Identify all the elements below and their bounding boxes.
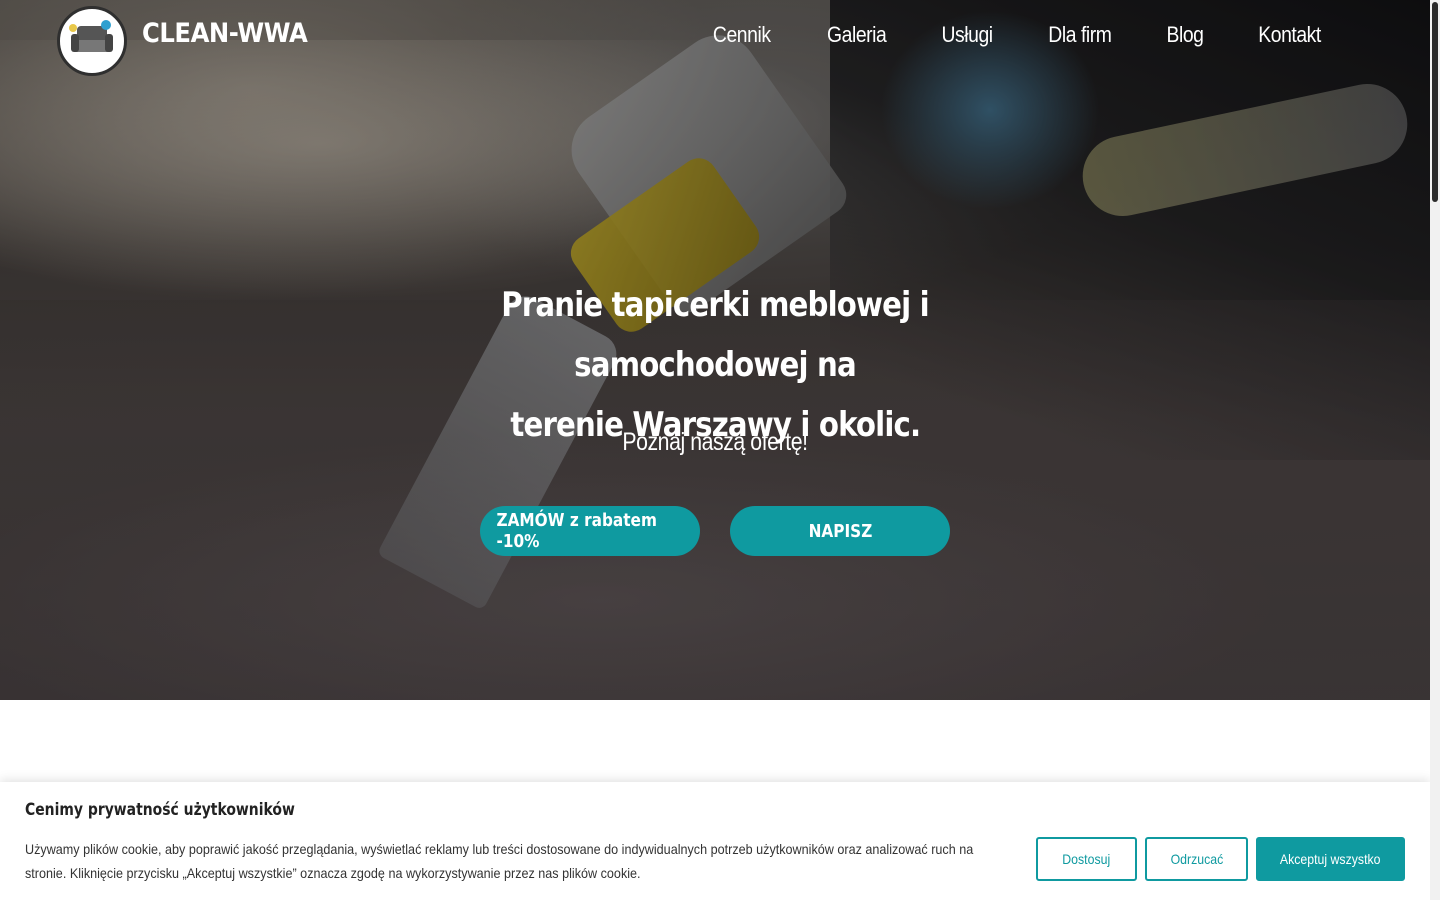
cookie-customize-button[interactable]: Dostosuj [1036, 837, 1137, 881]
cookie-accept-button[interactable]: Akceptuj wszystko [1256, 837, 1405, 881]
cookie-customize-label: Dostosuj [1062, 851, 1111, 867]
order-discount-button-label: ZAMÓW z rabatem -10% [496, 510, 657, 552]
hero-section: Pranie tapicerki meblowej i samochodowej… [0, 0, 1430, 700]
nav-item-cennik[interactable]: Cennik [713, 22, 771, 48]
cookie-banner: Cenimy prywatność użytkowników Używamy p… [0, 782, 1430, 900]
page-scrollbar[interactable] [1430, 0, 1440, 900]
site-header: CLEAN-WWA Cennik Galeria Usługi Dla firm… [0, 0, 1430, 80]
nav-item-kontakt[interactable]: Kontakt [1258, 22, 1321, 48]
hero-subtitle: Poznaj naszą ofertę! [500, 428, 930, 457]
logo[interactable] [57, 6, 127, 76]
main-nav: Cennik Galeria Usługi Dla firm Blog Kont… [661, 22, 1325, 48]
nav-item-galeria[interactable]: Galeria [827, 22, 887, 48]
cookie-title: Cenimy prywatność użytkowników [25, 800, 295, 820]
scrollbar-thumb[interactable] [1432, 2, 1438, 202]
cookie-accept-label: Akceptuj wszystko [1280, 851, 1381, 867]
nav-item-blog[interactable]: Blog [1166, 22, 1203, 48]
write-button[interactable]: NAPISZ [730, 506, 950, 556]
cookie-reject-label: Odrzucać [1170, 851, 1223, 867]
brand-name[interactable]: CLEAN-WWA [142, 18, 308, 49]
order-discount-button[interactable]: ZAMÓW z rabatem -10% [480, 506, 700, 556]
nav-item-uslugi[interactable]: Usługi [941, 22, 993, 48]
cookie-text: Używamy plików cookie, aby poprawić jako… [25, 841, 974, 881]
hero-subtitle-text: Poznaj naszą ofertę! [622, 428, 808, 456]
write-button-label: NAPISZ [808, 520, 872, 542]
nav-item-dla-firm[interactable]: Dla firm [1048, 22, 1112, 48]
sofa-icon [69, 20, 113, 58]
cookie-reject-button[interactable]: Odrzucać [1145, 837, 1248, 881]
hero-title-line1: Pranie tapicerki meblowej i samochodowej… [501, 285, 929, 385]
